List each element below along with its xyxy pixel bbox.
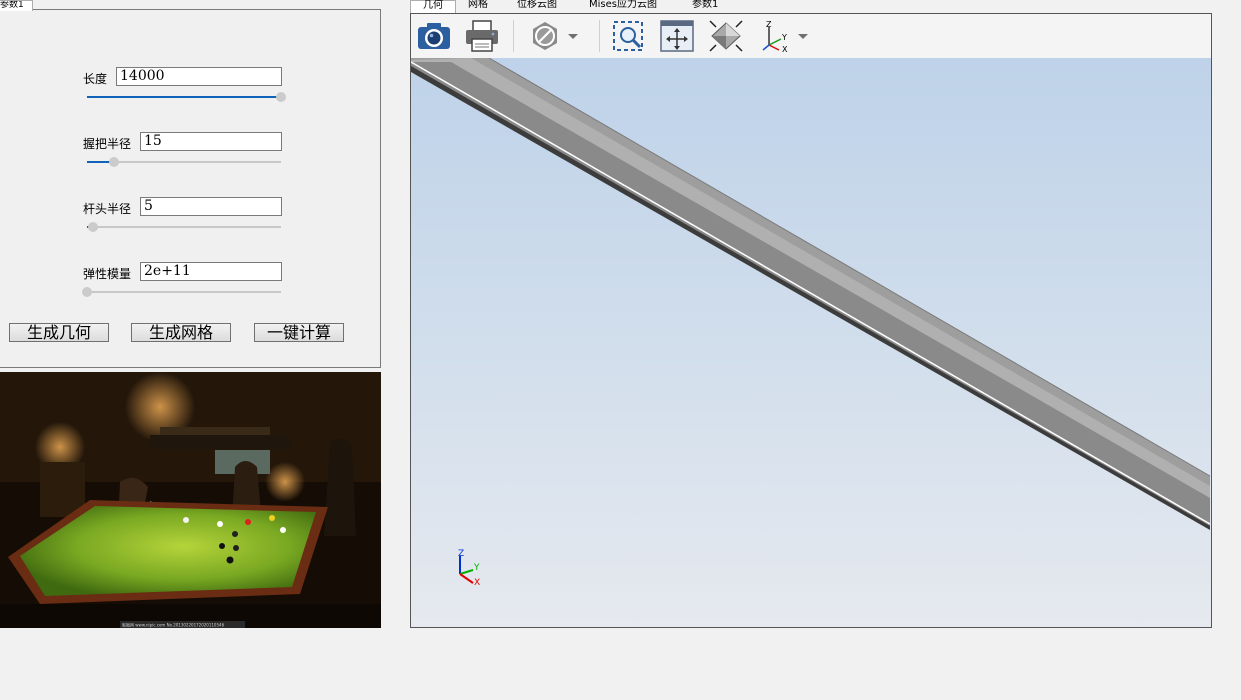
grip-radius-label: 握把半径 — [83, 137, 132, 151]
axis-triad: Z Y X — [458, 549, 480, 588]
triad-z-label: Z — [458, 549, 464, 559]
elastic-modulus-slider[interactable] — [82, 286, 281, 298]
photo-caption: 昵图网 www.nipic.com No.2013022017202011054… — [122, 622, 225, 628]
grip-radius-slider-thumb[interactable] — [109, 157, 120, 167]
elastic-modulus-slider-thumb[interactable] — [82, 287, 92, 297]
hexagon-slash-icon[interactable] — [527, 19, 563, 53]
fit-all-icon[interactable] — [659, 19, 695, 53]
triad-y-label: Y — [473, 563, 480, 573]
length-input[interactable]: 14000 — [116, 67, 282, 86]
length-slider-thumb[interactable] — [276, 92, 286, 102]
length-slider[interactable] — [87, 91, 286, 103]
generate-geometry-button[interactable]: 生成几何 — [9, 323, 109, 342]
tip-radius-slider-thumb[interactable] — [87, 222, 98, 232]
length-slider-fill — [87, 96, 281, 98]
generate-mesh-button[interactable]: 生成网格 — [131, 323, 231, 342]
zoom-window-icon[interactable] — [610, 19, 646, 53]
tip-radius-input[interactable]: 5 — [140, 197, 282, 216]
elastic-modulus-input[interactable]: 2e+11 — [140, 262, 282, 281]
svg-text:X: X — [782, 45, 788, 53]
svg-text:Z: Z — [766, 20, 772, 29]
tab-params-left[interactable]: 参数1 — [0, 0, 33, 11]
tip-radius-slider[interactable] — [87, 221, 281, 233]
axes-icon[interactable]: Z Y X — [757, 19, 793, 54]
geometry-viewer[interactable]: Z Y X Z Y X — [410, 13, 1212, 628]
chevron-down-icon[interactable] — [563, 19, 583, 53]
chevron-down-icon[interactable] — [793, 19, 813, 53]
tab-displacement[interactable]: 位移云图 — [517, 0, 557, 13]
grip-radius-input[interactable]: 15 — [140, 132, 282, 151]
iso-view-icon[interactable] — [708, 19, 744, 53]
billiards-scene-image: 昵图网 www.nipic.com No.2013022017202011054… — [0, 372, 381, 628]
billiards-photo: 昵图网 www.nipic.com No.2013022017202011054… — [0, 372, 381, 628]
svg-text:Y: Y — [781, 33, 787, 42]
compute-button[interactable]: 一键计算 — [254, 323, 344, 342]
printer-icon[interactable] — [464, 19, 500, 53]
viewer-3d-scene[interactable]: Z Y X — [411, 58, 1211, 627]
tip-radius-label: 杆头半径 — [83, 202, 132, 216]
grip-radius-slider[interactable] — [87, 156, 281, 168]
tab-mesh[interactable]: 网格 — [468, 0, 488, 13]
viewer-toolbar: Z Y X — [411, 14, 1211, 59]
params-panel: 长度 14000 握把半径 15 杆头半径 5 弹性模量 2e+11 — [0, 9, 381, 368]
view-tabs: 几何 网格 位移云图 Mises应力云图 参数1 — [410, 0, 830, 15]
camera-icon[interactable] — [416, 19, 452, 53]
cue-stick-model — [411, 58, 1211, 530]
length-label: 长度 — [83, 72, 108, 86]
tab-params[interactable]: 参数1 — [692, 0, 718, 13]
elastic-modulus-label: 弹性模量 — [83, 267, 132, 281]
tab-mises-stress[interactable]: Mises应力云图 — [589, 0, 657, 13]
triad-x-label: X — [474, 578, 480, 588]
